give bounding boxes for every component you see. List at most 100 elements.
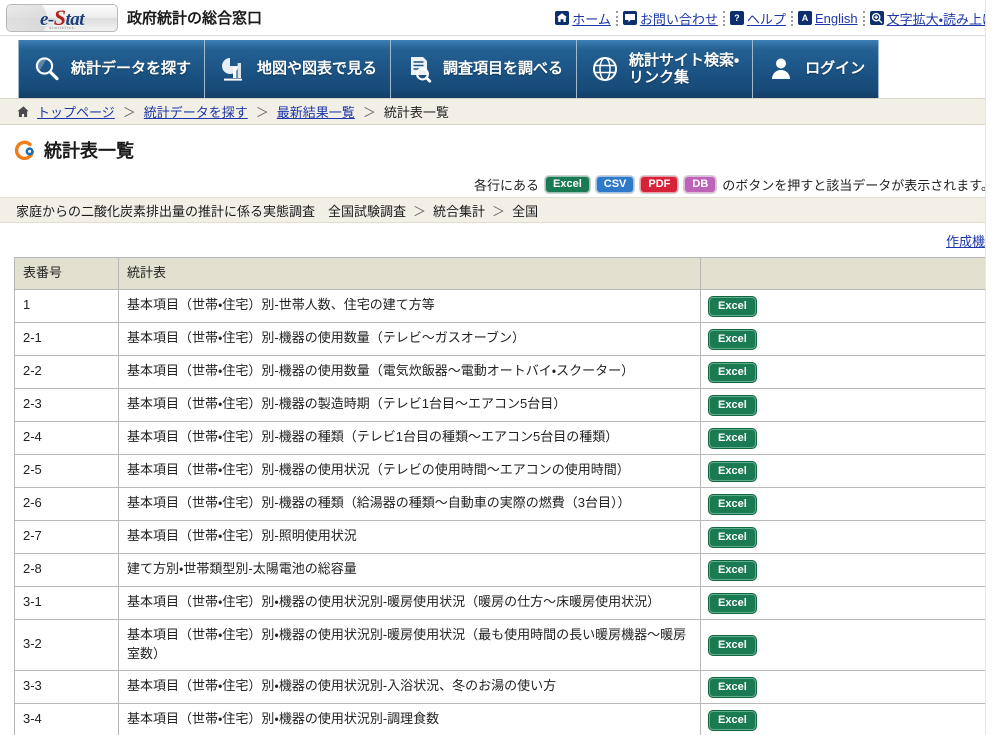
- header-utility-links: ホーム お問い合わせ ? ヘルプ A English 文字拡大・読み上げ: [550, 0, 1000, 36]
- magnifier-icon: [32, 54, 62, 84]
- header-link-home[interactable]: ホーム: [550, 9, 616, 28]
- cell-table-name: 基本項目（世帯・住宅）別・機器の使用状況別-暖房使用状況（暖房の仕方～床暖房使用…: [118, 585, 701, 620]
- notice-prefix: 各行にある: [474, 177, 540, 193]
- excel-download-button[interactable]: Excel: [709, 428, 756, 448]
- cell-actions: Excel: [700, 702, 1000, 735]
- cell-table-name: 基本項目（世帯・住宅）別-機器の種類（給湯器の種類～自動車の実際の燃費（3台目）…: [118, 486, 701, 521]
- cell-actions: Excel: [700, 387, 1000, 422]
- page-title: 統計表一覧: [44, 141, 134, 161]
- cell-actions: Excel: [700, 552, 1000, 587]
- maker-link-row: 作成機関: [0, 223, 1000, 257]
- cell-table-name: 基本項目（世帯・住宅）別-機器の使用状況（テレビの使用時間～エアコンの使用時間）: [118, 453, 701, 488]
- header-link-help[interactable]: ? ヘルプ: [725, 9, 791, 28]
- badge-pdf: PDF: [640, 175, 679, 193]
- cell-table-number: 1: [14, 288, 119, 323]
- cell-table-number: 3-4: [14, 702, 119, 735]
- page-right-gutter: [985, 0, 1000, 735]
- statistics-table: 表番号 統計表 1 基本項目（世帯・住宅）別-世帯人数、住宅の建て方等 Exce…: [14, 257, 1000, 735]
- table-body: 1 基本項目（世帯・住宅）別-世帯人数、住宅の建て方等 Excel 2-1 基本…: [14, 288, 1000, 735]
- cell-table-number: 2-3: [14, 387, 119, 422]
- magnifier-plus-icon: [869, 11, 884, 25]
- excel-download-button[interactable]: Excel: [709, 635, 756, 655]
- cell-table-name: 基本項目（世帯・住宅）別・機器の使用状況別-入浴状況、冬のお湯の使い方: [118, 669, 701, 704]
- excel-download-button[interactable]: Excel: [709, 494, 756, 514]
- cell-table-number: 2-6: [14, 486, 119, 521]
- letter-a-icon: A: [797, 11, 812, 25]
- column-header-statistics-table: 統計表: [118, 257, 701, 290]
- question-mark-icon: ?: [729, 11, 744, 25]
- table-row: 2-6 基本項目（世帯・住宅）別-機器の種類（給湯器の種類～自動車の実際の燃費（…: [14, 486, 1000, 521]
- excel-download-button[interactable]: Excel: [709, 677, 756, 697]
- excel-download-button[interactable]: Excel: [709, 362, 756, 382]
- cell-actions: Excel: [700, 354, 1000, 389]
- cell-table-number: 2-7: [14, 519, 119, 554]
- survey-path-item-aggregate: 統合集計: [433, 203, 486, 219]
- nav-item-login-label: ログイン: [805, 60, 866, 78]
- cell-table-name: 基本項目（世帯・住宅）別-機器の種類（テレビ1台目の種類～エアコン5台目の種類）: [118, 420, 701, 455]
- breadcrumb-item-latest-results[interactable]: 最新結果一覧: [277, 102, 355, 121]
- breadcrumb-separator: ＞: [362, 105, 376, 120]
- statistics-table-container: 表番号 統計表 1 基本項目（世帯・住宅）別-世帯人数、住宅の建て方等 Exce…: [14, 257, 1000, 735]
- cell-table-name: 基本項目（世帯・住宅）別-照明使用状況: [118, 519, 701, 554]
- nav-item-survey-items-label: 調査項目を調べる: [443, 60, 564, 78]
- excel-download-button[interactable]: Excel: [709, 329, 756, 349]
- nav-item-survey-items[interactable]: 調査項目を調べる: [391, 40, 578, 98]
- cell-actions: Excel: [700, 288, 1000, 323]
- breadcrumb-item-top-page[interactable]: トップページ: [37, 102, 115, 121]
- nav-item-login[interactable]: ログイン: [753, 40, 880, 98]
- nav-item-site-search-links-label: 統計サイト検索・ リンク集: [629, 51, 740, 86]
- cell-table-number: 2-8: [14, 552, 119, 587]
- header-link-help-label: ヘルプ: [746, 11, 786, 27]
- cell-actions: Excel: [700, 321, 1000, 356]
- nav-item-find-statistics[interactable]: 統計データを探す: [18, 40, 206, 98]
- excel-download-button[interactable]: Excel: [709, 461, 756, 481]
- table-row: 2-8 建て方別・世帯類型別-太陽電池の総容量 Excel: [14, 552, 1000, 587]
- table-row: 2-4 基本項目（世帯・住宅）別-機器の種類（テレビ1台目の種類～エアコン5台目…: [14, 420, 1000, 455]
- badge-csv: CSV: [595, 175, 635, 193]
- table-row: 3-1 基本項目（世帯・住宅）別・機器の使用状況別-暖房使用状況（暖房の仕方～床…: [14, 585, 1000, 620]
- breadcrumb-item-find-statistics[interactable]: 統計データを探す: [144, 102, 248, 121]
- excel-download-button[interactable]: Excel: [709, 296, 756, 316]
- nav-item-site-search-links[interactable]: 統計サイト検索・ リンク集: [577, 40, 754, 98]
- cell-table-number: 2-2: [14, 354, 119, 389]
- survey-path-separator: ＞: [492, 203, 506, 219]
- cell-table-number: 2-5: [14, 453, 119, 488]
- cell-actions: Excel: [700, 519, 1000, 554]
- cell-table-name: 基本項目（世帯・住宅）別・機器の使用状況別-調理食数: [118, 702, 701, 735]
- cell-table-name: 建て方別・世帯類型別-太陽電池の総容量: [118, 552, 701, 587]
- survey-path-item-nationwide: 全国: [512, 203, 539, 219]
- header-link-text-enlarge-label: 文字拡大・読み上げ: [886, 11, 995, 27]
- nav-item-find-statistics-label: 統計データを探す: [71, 60, 192, 78]
- breadcrumb-separator: ＞: [255, 105, 269, 120]
- header-link-english[interactable]: A English: [793, 11, 863, 26]
- cell-table-number: 2-1: [14, 321, 119, 356]
- nav-item-maps-charts[interactable]: 地図や図表で見る: [205, 40, 392, 98]
- excel-download-button[interactable]: Excel: [709, 527, 756, 547]
- header-link-text-enlarge[interactable]: 文字拡大・読み上げ: [865, 9, 1000, 28]
- excel-download-button[interactable]: Excel: [709, 560, 756, 580]
- cell-actions: Excel: [700, 618, 1000, 671]
- table-row: 3-2 基本項目（世帯・住宅）別・機器の使用状況別-暖房使用状況（最も使用時間の…: [14, 618, 1000, 671]
- excel-download-button[interactable]: Excel: [709, 395, 756, 415]
- site-header: e-Stat statistics 政府統計の総合窓口 ホーム お問い合わせ ?: [0, 0, 1000, 36]
- badge-excel: Excel: [545, 175, 590, 193]
- survey-path: 家庭からの二酸化炭素排出量の推計に係る実態調査 全国試験調査 ＞ 統合集計 ＞ …: [0, 197, 1000, 223]
- header-link-home-label: ホーム: [572, 11, 611, 27]
- header-link-english-label: English: [814, 10, 858, 26]
- format-notice: 各行にある Excel CSV PDF DB のボタンを押すと該当データが表示さ…: [0, 171, 1000, 197]
- table-row: 1 基本項目（世帯・住宅）別-世帯人数、住宅の建て方等 Excel: [14, 288, 1000, 323]
- survey-path-separator: ＞: [413, 203, 427, 219]
- estat-logo[interactable]: e-Stat statistics: [6, 3, 118, 32]
- cell-table-number: 2-4: [14, 420, 119, 455]
- home-icon: [16, 105, 31, 119]
- site-title: 政府統計の総合窓口: [127, 10, 263, 27]
- table-row: 2-3 基本項目（世帯・住宅）別-機器の製造時期（テレビ1台目～エアコン5台目）…: [14, 387, 1000, 422]
- cell-table-name: 基本項目（世帯・住宅）別-世帯人数、住宅の建て方等: [118, 288, 701, 323]
- cell-actions: Excel: [700, 420, 1000, 455]
- chart-map-icon: [218, 54, 248, 84]
- header-link-contact[interactable]: お問い合わせ: [618, 9, 723, 28]
- speech-bubble-icon: [622, 11, 637, 25]
- excel-download-button[interactable]: Excel: [709, 710, 756, 730]
- table-row: 2-5 基本項目（世帯・住宅）別-機器の使用状況（テレビの使用時間～エアコンの使…: [14, 453, 1000, 488]
- excel-download-button[interactable]: Excel: [709, 593, 756, 613]
